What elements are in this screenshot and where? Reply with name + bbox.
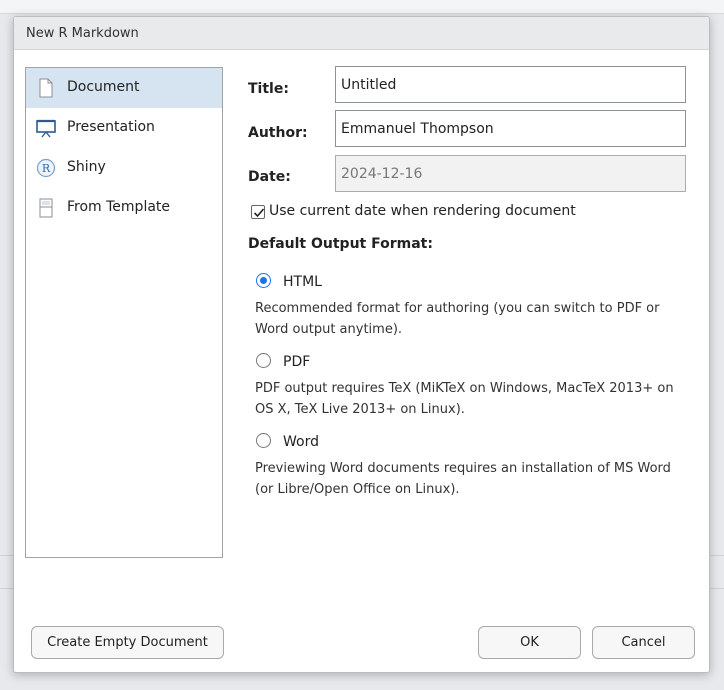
sidebar-item-document[interactable]: Document <box>26 68 222 108</box>
dialog-title: New R Markdown <box>26 26 139 41</box>
format-word-label[interactable]: Word <box>283 434 319 450</box>
shiny-r-icon: R <box>35 157 57 179</box>
svg-text:R: R <box>42 162 51 175</box>
checkmark-icon <box>253 208 265 218</box>
presentation-icon <box>35 117 57 139</box>
output-format-heading: Default Output Format: <box>248 236 433 252</box>
format-pdf-radio[interactable] <box>256 353 271 368</box>
template-type-list: Document Presentation R Shiny From Templ… <box>25 67 223 558</box>
cancel-button[interactable]: Cancel <box>592 626 695 659</box>
date-input <box>335 155 686 192</box>
sidebar-item-from-template[interactable]: From Template <box>26 188 222 228</box>
format-pdf-description: PDF output requires TeX (MiKTeX on Windo… <box>255 381 674 417</box>
use-current-date-checkbox[interactable] <box>251 205 265 219</box>
sidebar-item-label: Presentation <box>67 119 155 135</box>
title-input[interactable] <box>335 66 686 103</box>
sidebar-item-label: Shiny <box>67 159 106 175</box>
format-pdf-label[interactable]: PDF <box>283 354 310 370</box>
sidebar-item-label: Document <box>67 79 140 95</box>
create-empty-document-button[interactable]: Create Empty Document <box>31 626 224 659</box>
format-html-description: Recommended format for authoring (you ca… <box>255 301 660 337</box>
format-word-radio[interactable] <box>256 433 271 448</box>
author-label: Author: <box>248 125 308 141</box>
sidebar-item-label: From Template <box>67 199 171 215</box>
title-label: Title: <box>248 81 289 97</box>
author-input[interactable] <box>335 110 686 147</box>
background-toolbar <box>0 0 724 14</box>
use-current-date-label[interactable]: Use current date when rendering document <box>269 203 576 219</box>
date-label: Date: <box>248 169 291 185</box>
document-icon <box>35 77 57 99</box>
template-icon <box>35 197 57 219</box>
format-word-description: Previewing Word documents requires an in… <box>255 461 671 497</box>
format-html-label[interactable]: HTML <box>283 274 322 290</box>
sidebar-item-shiny[interactable]: R Shiny <box>26 148 222 188</box>
new-rmarkdown-dialog: New R Markdown Document Presentation R S… <box>13 16 710 673</box>
dialog-titlebar[interactable]: New R Markdown <box>14 17 709 50</box>
sidebar-item-presentation[interactable]: Presentation <box>26 108 222 148</box>
format-html-radio[interactable] <box>256 273 271 288</box>
ok-button[interactable]: OK <box>478 626 581 659</box>
